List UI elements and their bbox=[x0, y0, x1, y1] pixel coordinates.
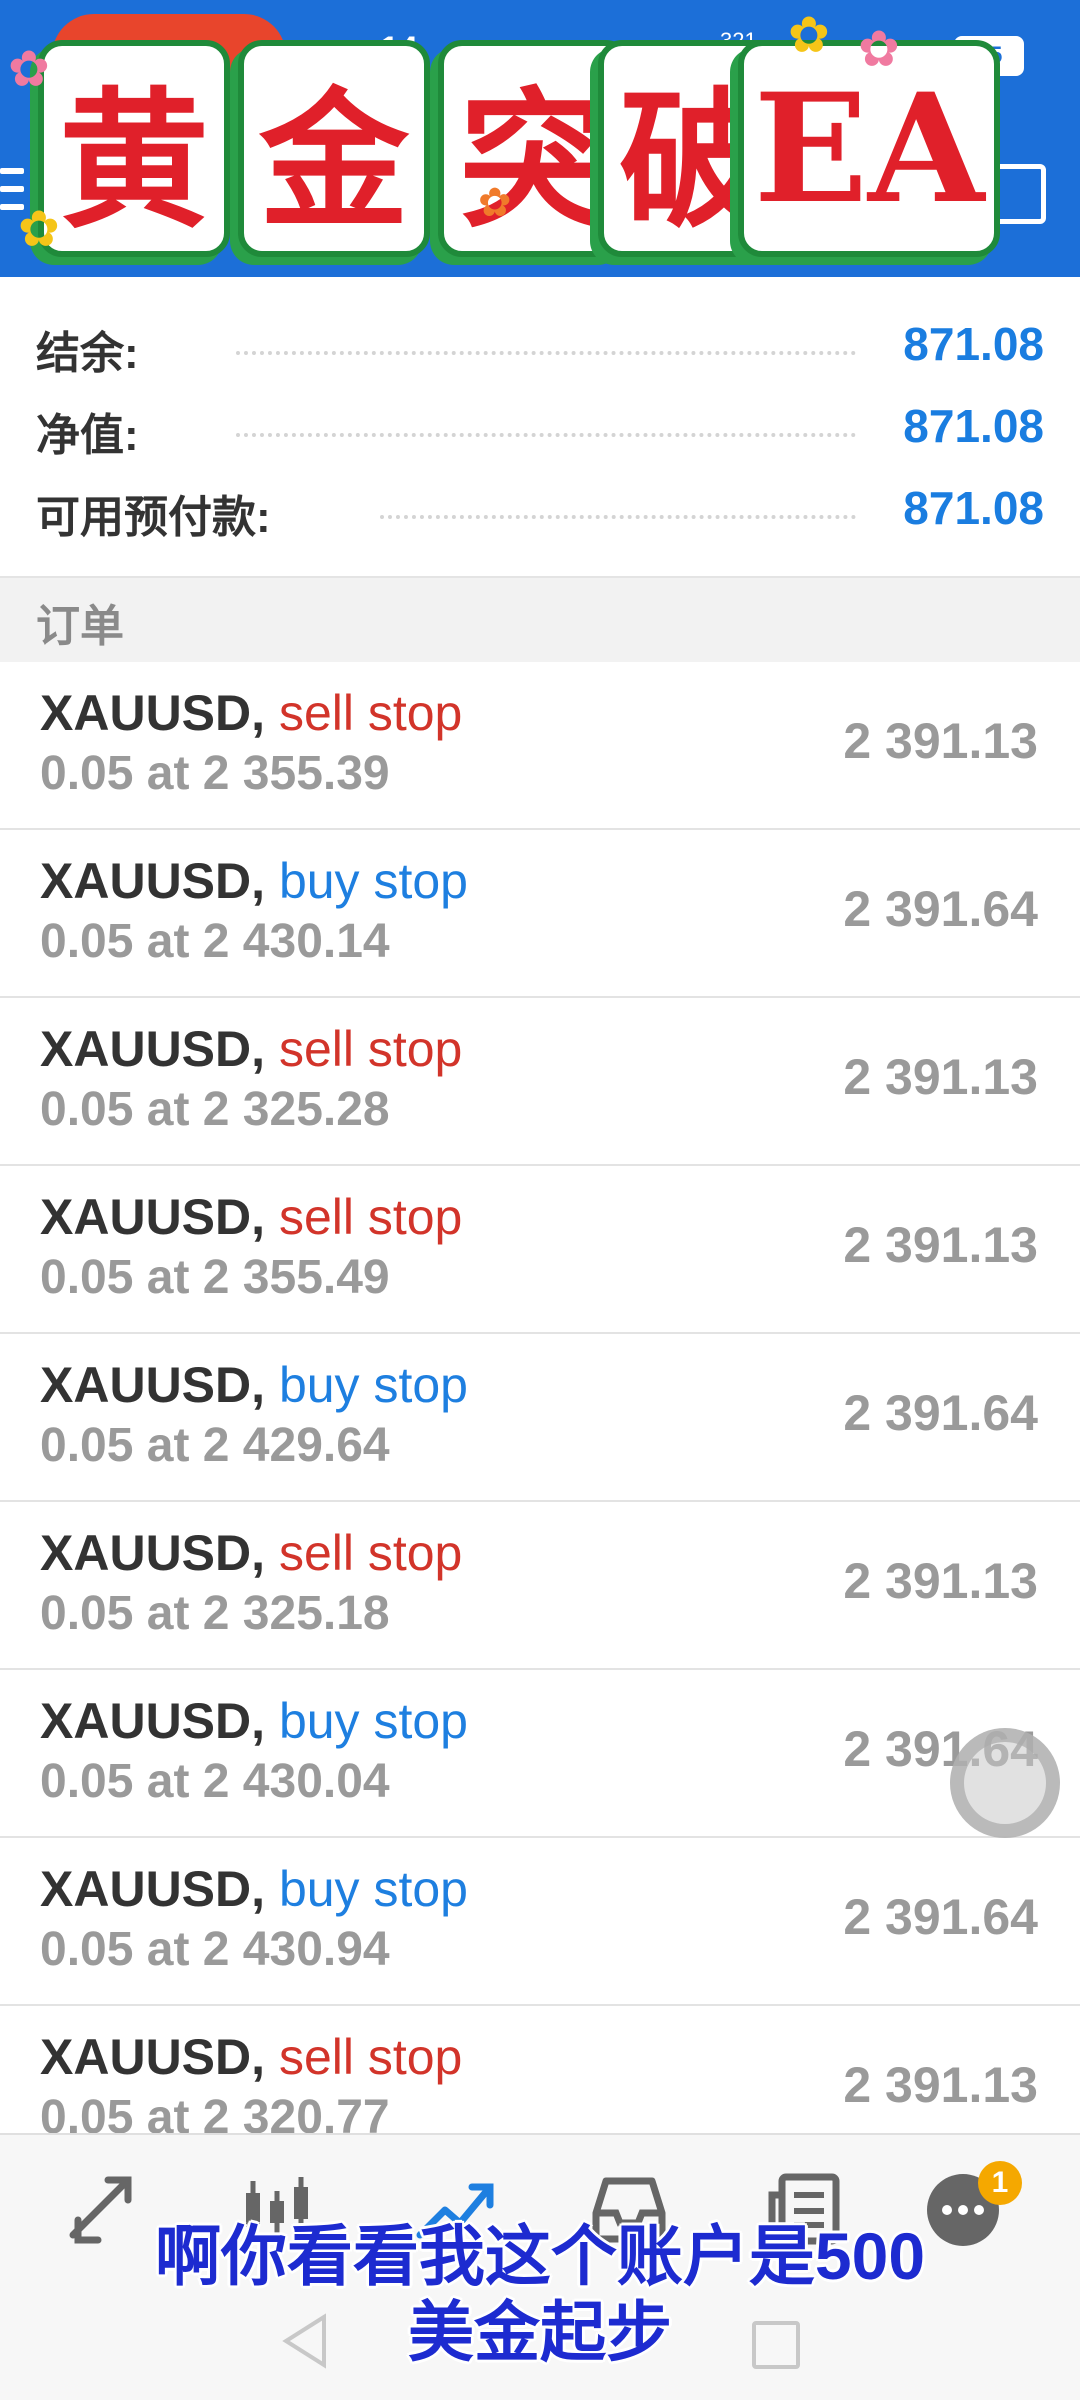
order-row[interactable]: XAUUSD, buy stop 0.05 at 2 430.14 2 391.… bbox=[0, 830, 1080, 998]
order-symbol: XAUUSD bbox=[40, 2029, 252, 2085]
app-header: 0:05 14 321 95 黄 金 突 破 EA ✿ ✿ ✿ ✿ ✿ bbox=[0, 0, 1080, 277]
order-detail: 0.05 at 2 430.14 bbox=[40, 915, 390, 968]
banner-tile: 金 bbox=[238, 40, 430, 257]
free-margin-row: 可用预付款: 871.08 bbox=[0, 463, 1080, 545]
order-current-price: 2 391.64 bbox=[843, 881, 1038, 937]
order-symbol: XAUUSD bbox=[40, 1861, 252, 1917]
free-margin-label: 可用预付款: bbox=[36, 493, 271, 542]
title-banner: 黄 金 突 破 EA ✿ ✿ ✿ ✿ ✿ bbox=[8, 7, 1000, 270]
order-current-price: 2 391.13 bbox=[843, 1049, 1038, 1105]
order-current-price: 2 391.13 bbox=[843, 1217, 1038, 1273]
order-type: sell stop bbox=[278, 1189, 463, 1245]
flower-icon: ✿ bbox=[8, 41, 50, 97]
assistive-touch-button[interactable] bbox=[950, 1728, 1060, 1838]
order-current-price: 2 391.64 bbox=[843, 1889, 1038, 1945]
order-row[interactable]: XAUUSD, buy stop 0.05 at 2 430.94 2 391.… bbox=[0, 1838, 1080, 2006]
order-row[interactable]: XAUUSD, buy stop 0.05 at 2 430.04 2 391.… bbox=[0, 1670, 1080, 1838]
banner-tile: 黄 bbox=[38, 40, 230, 257]
equity-row: 净值: 871.08 bbox=[0, 381, 1080, 463]
order-symbol: XAUUSD bbox=[40, 1357, 252, 1413]
order-detail: 0.05 at 2 430.04 bbox=[40, 1755, 390, 1808]
dotted-leader bbox=[236, 433, 856, 437]
equity-value: 871.08 bbox=[903, 400, 1044, 452]
free-margin-value: 871.08 bbox=[903, 482, 1044, 534]
orders-section-header: 订单 bbox=[0, 576, 1080, 664]
order-type: sell stop bbox=[278, 1021, 463, 1077]
order-symbol: XAUUSD bbox=[40, 1525, 252, 1581]
order-type: sell stop bbox=[278, 2029, 463, 2085]
order-detail: 0.05 at 2 355.39 bbox=[40, 747, 390, 800]
order-type: sell stop bbox=[278, 1525, 463, 1581]
flower-icon: ✿ bbox=[18, 201, 60, 257]
order-current-price: 2 391.13 bbox=[843, 713, 1038, 769]
flower-icon: ✿ bbox=[858, 21, 900, 77]
order-current-price: 2 391.64 bbox=[843, 1385, 1038, 1441]
order-type: buy stop bbox=[278, 1693, 468, 1749]
order-type: buy stop bbox=[278, 1861, 468, 1917]
order-row[interactable]: XAUUSD, buy stop 0.05 at 2 429.64 2 391.… bbox=[0, 1334, 1080, 1502]
subtitle-line-2: 美金起步 bbox=[408, 2295, 672, 2369]
notification-badge: 1 bbox=[978, 2161, 1022, 2205]
orders-list: XAUUSD, sell stop 0.05 at 2 355.39 2 391… bbox=[0, 662, 1080, 2174]
video-subtitle: 啊你看看我这个账户是500 美金起步 bbox=[0, 2218, 1080, 2370]
balance-label: 结余: bbox=[36, 329, 139, 378]
order-row[interactable]: XAUUSD, sell stop 0.05 at 2 325.18 2 391… bbox=[0, 1502, 1080, 1670]
order-type: sell stop bbox=[278, 685, 463, 741]
order-symbol: XAUUSD bbox=[40, 1189, 252, 1245]
order-row[interactable]: XAUUSD, sell stop 0.05 at 2 355.49 2 391… bbox=[0, 1166, 1080, 1334]
balance-value: 871.08 bbox=[903, 318, 1044, 370]
order-type: buy stop bbox=[278, 853, 468, 909]
orders-section-title: 订单 bbox=[36, 602, 124, 651]
order-symbol: XAUUSD bbox=[40, 1021, 252, 1077]
flower-icon: ✿ bbox=[478, 181, 512, 225]
order-type: buy stop bbox=[278, 1357, 468, 1413]
new-order-icon[interactable] bbox=[994, 164, 1046, 224]
equity-label: 净值: bbox=[36, 411, 139, 460]
order-row[interactable]: XAUUSD, sell stop 0.05 at 2 325.28 2 391… bbox=[0, 998, 1080, 1166]
order-symbol: XAUUSD bbox=[40, 853, 252, 909]
dotted-leader bbox=[236, 351, 856, 355]
order-current-price: 2 391.13 bbox=[843, 2057, 1038, 2113]
order-symbol: XAUUSD bbox=[40, 685, 252, 741]
dotted-leader bbox=[380, 515, 856, 519]
order-symbol: XAUUSD bbox=[40, 1693, 252, 1749]
balance-row: 结余: 871.08 bbox=[0, 299, 1080, 381]
order-detail: 0.05 at 2 429.64 bbox=[40, 1419, 390, 1472]
account-summary: 结余: 871.08 净值: 871.08 可用预付款: 871.08 bbox=[0, 277, 1080, 577]
subtitle-line-1: 啊你看看我这个账户是500 bbox=[154, 2219, 926, 2293]
order-current-price: 2 391.13 bbox=[843, 1553, 1038, 1609]
order-row[interactable]: XAUUSD, sell stop 0.05 at 2 355.39 2 391… bbox=[0, 662, 1080, 830]
flower-icon: ✿ bbox=[788, 7, 830, 63]
order-detail: 0.05 at 2 355.49 bbox=[40, 1251, 390, 1304]
order-detail: 0.05 at 2 430.94 bbox=[40, 1923, 390, 1976]
order-detail: 0.05 at 2 325.18 bbox=[40, 1587, 390, 1640]
order-detail: 0.05 at 2 325.28 bbox=[40, 1083, 390, 1136]
